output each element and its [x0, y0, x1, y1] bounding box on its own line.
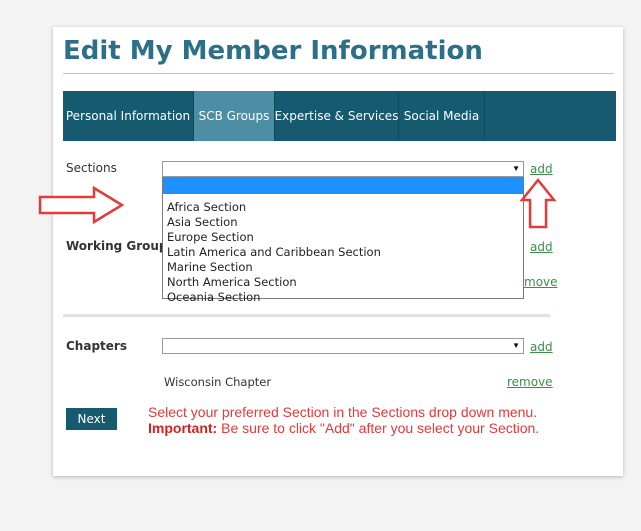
dropdown-option[interactable]: Latin America and Caribbean Section: [163, 245, 523, 260]
sections-label: Sections: [66, 161, 117, 175]
instruction-note: Select your preferred Section in the Sec…: [148, 404, 539, 436]
instruction-line-2-text: Be sure to click "Add" after you select …: [221, 420, 540, 436]
working-groups-remove-link[interactable]: move: [524, 275, 558, 289]
instruction-line-1: Select your preferred Section in the Sec…: [148, 404, 538, 420]
tab-expertise-services[interactable]: Expertise & Services: [275, 91, 399, 141]
chevron-down-icon: ▼: [512, 341, 520, 350]
title-divider: [63, 73, 614, 74]
tab-bar: Personal Information SCB Groups Expertis…: [63, 91, 616, 141]
dropdown-option[interactable]: Marine Section: [163, 260, 523, 275]
tab-personal-information[interactable]: Personal Information: [63, 91, 194, 141]
chapters-select[interactable]: ▼: [162, 338, 524, 354]
arrow-right-outline-icon: [38, 185, 125, 225]
sections-select[interactable]: ▼: [162, 161, 524, 177]
dropdown-option[interactable]: Africa Section: [163, 200, 523, 215]
section-divider: [63, 314, 550, 317]
working-groups-add-link[interactable]: add: [530, 240, 553, 254]
next-button[interactable]: Next: [66, 408, 117, 430]
dropdown-option[interactable]: North America Section: [163, 275, 523, 290]
working-groups-label: Working Groups: [66, 239, 175, 253]
page-title: Edit My Member Information: [63, 36, 483, 66]
instruction-line-2: Important: Be sure to click "Add" after …: [148, 420, 539, 436]
dropdown-option[interactable]: Europe Section: [163, 230, 523, 245]
chapter-remove-link[interactable]: remove: [507, 375, 553, 389]
tab-social-media[interactable]: Social Media: [399, 91, 485, 141]
tab-scb-groups[interactable]: SCB Groups: [194, 91, 275, 141]
arrow-up-outline-icon: [519, 177, 557, 229]
dropdown-option[interactable]: Oceania Section: [163, 290, 523, 305]
sections-dropdown-list[interactable]: Africa Section Asia Section Europe Secti…: [162, 177, 524, 304]
important-label: Important:: [148, 420, 218, 436]
chapters-add-link[interactable]: add: [530, 340, 553, 354]
chevron-down-icon: ▼: [512, 164, 520, 173]
chapter-item-name: Wisconsin Chapter: [164, 375, 272, 389]
dropdown-option[interactable]: Asia Section: [163, 215, 523, 230]
sections-add-link[interactable]: add: [530, 162, 553, 176]
chapters-label: Chapters: [66, 339, 127, 353]
dropdown-highlighted-blank-option[interactable]: [163, 178, 523, 194]
